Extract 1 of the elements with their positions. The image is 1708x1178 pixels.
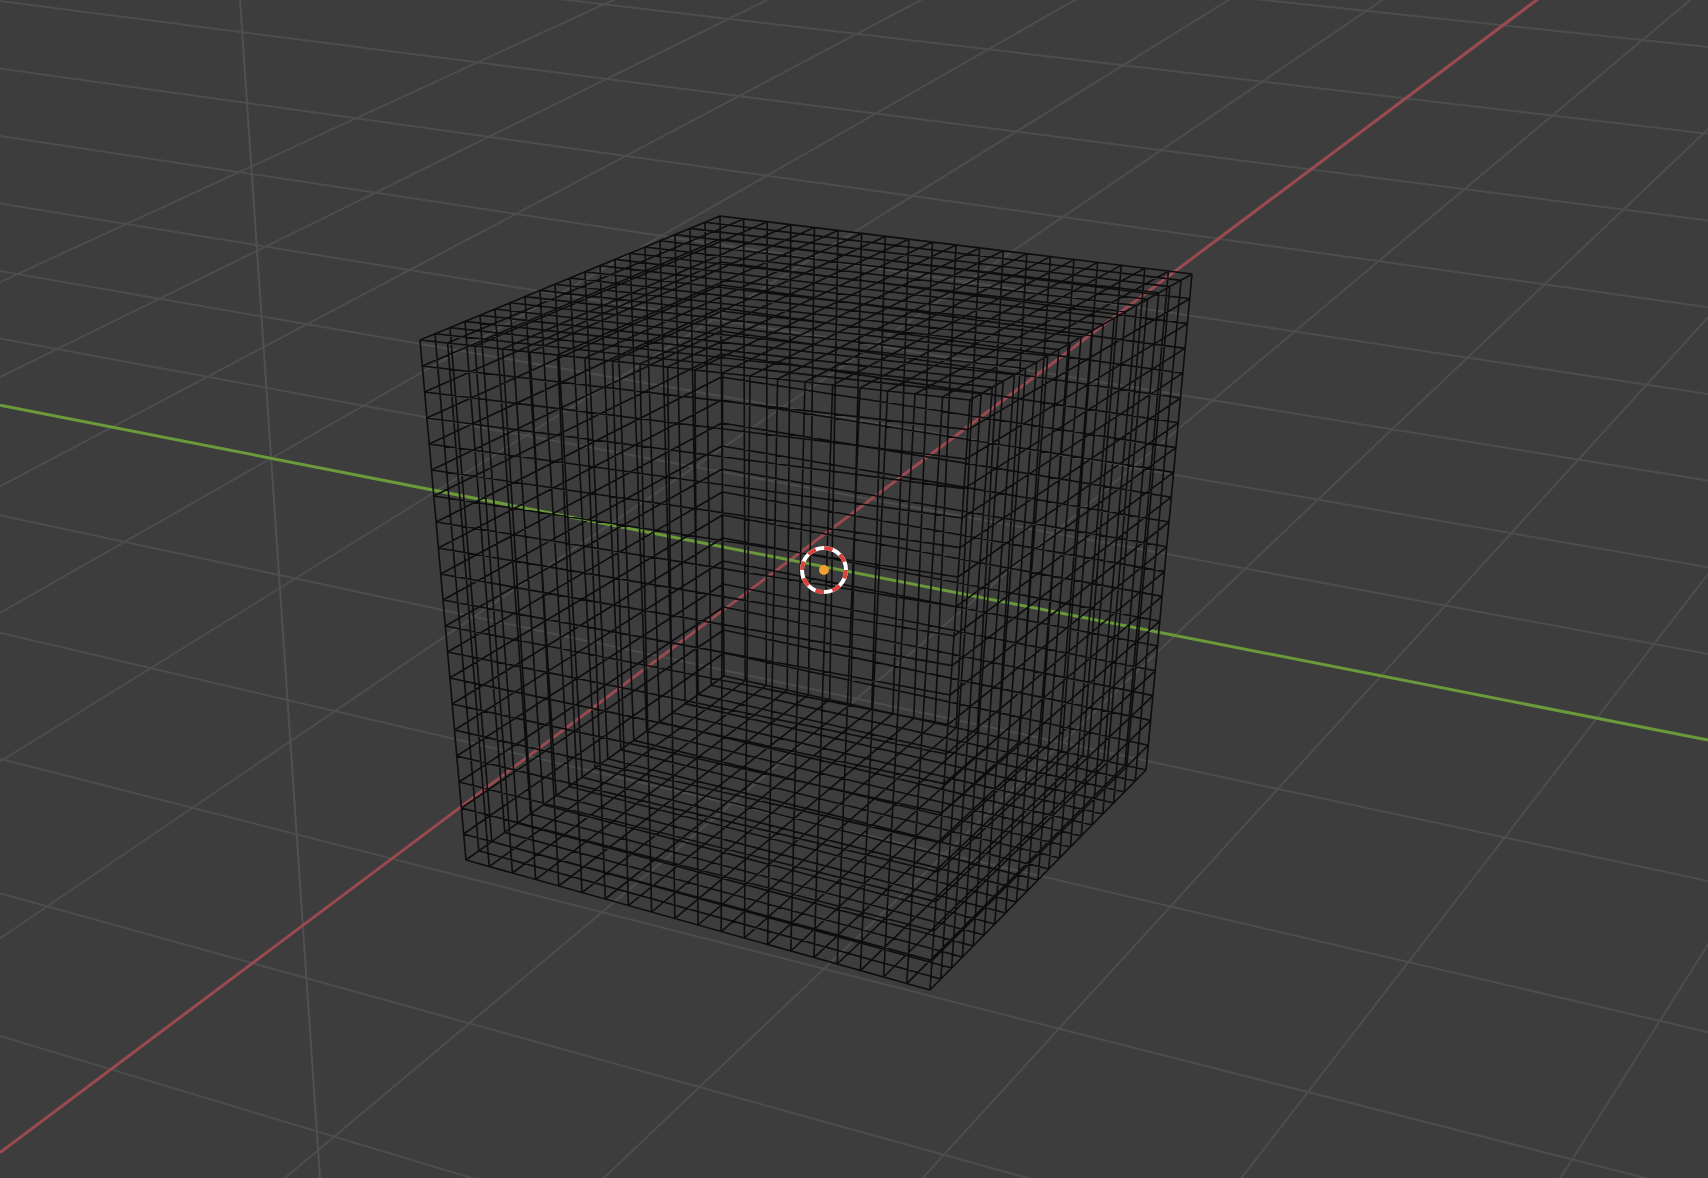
wireframe-cube-drawing[interactable] [419, 215, 1193, 991]
